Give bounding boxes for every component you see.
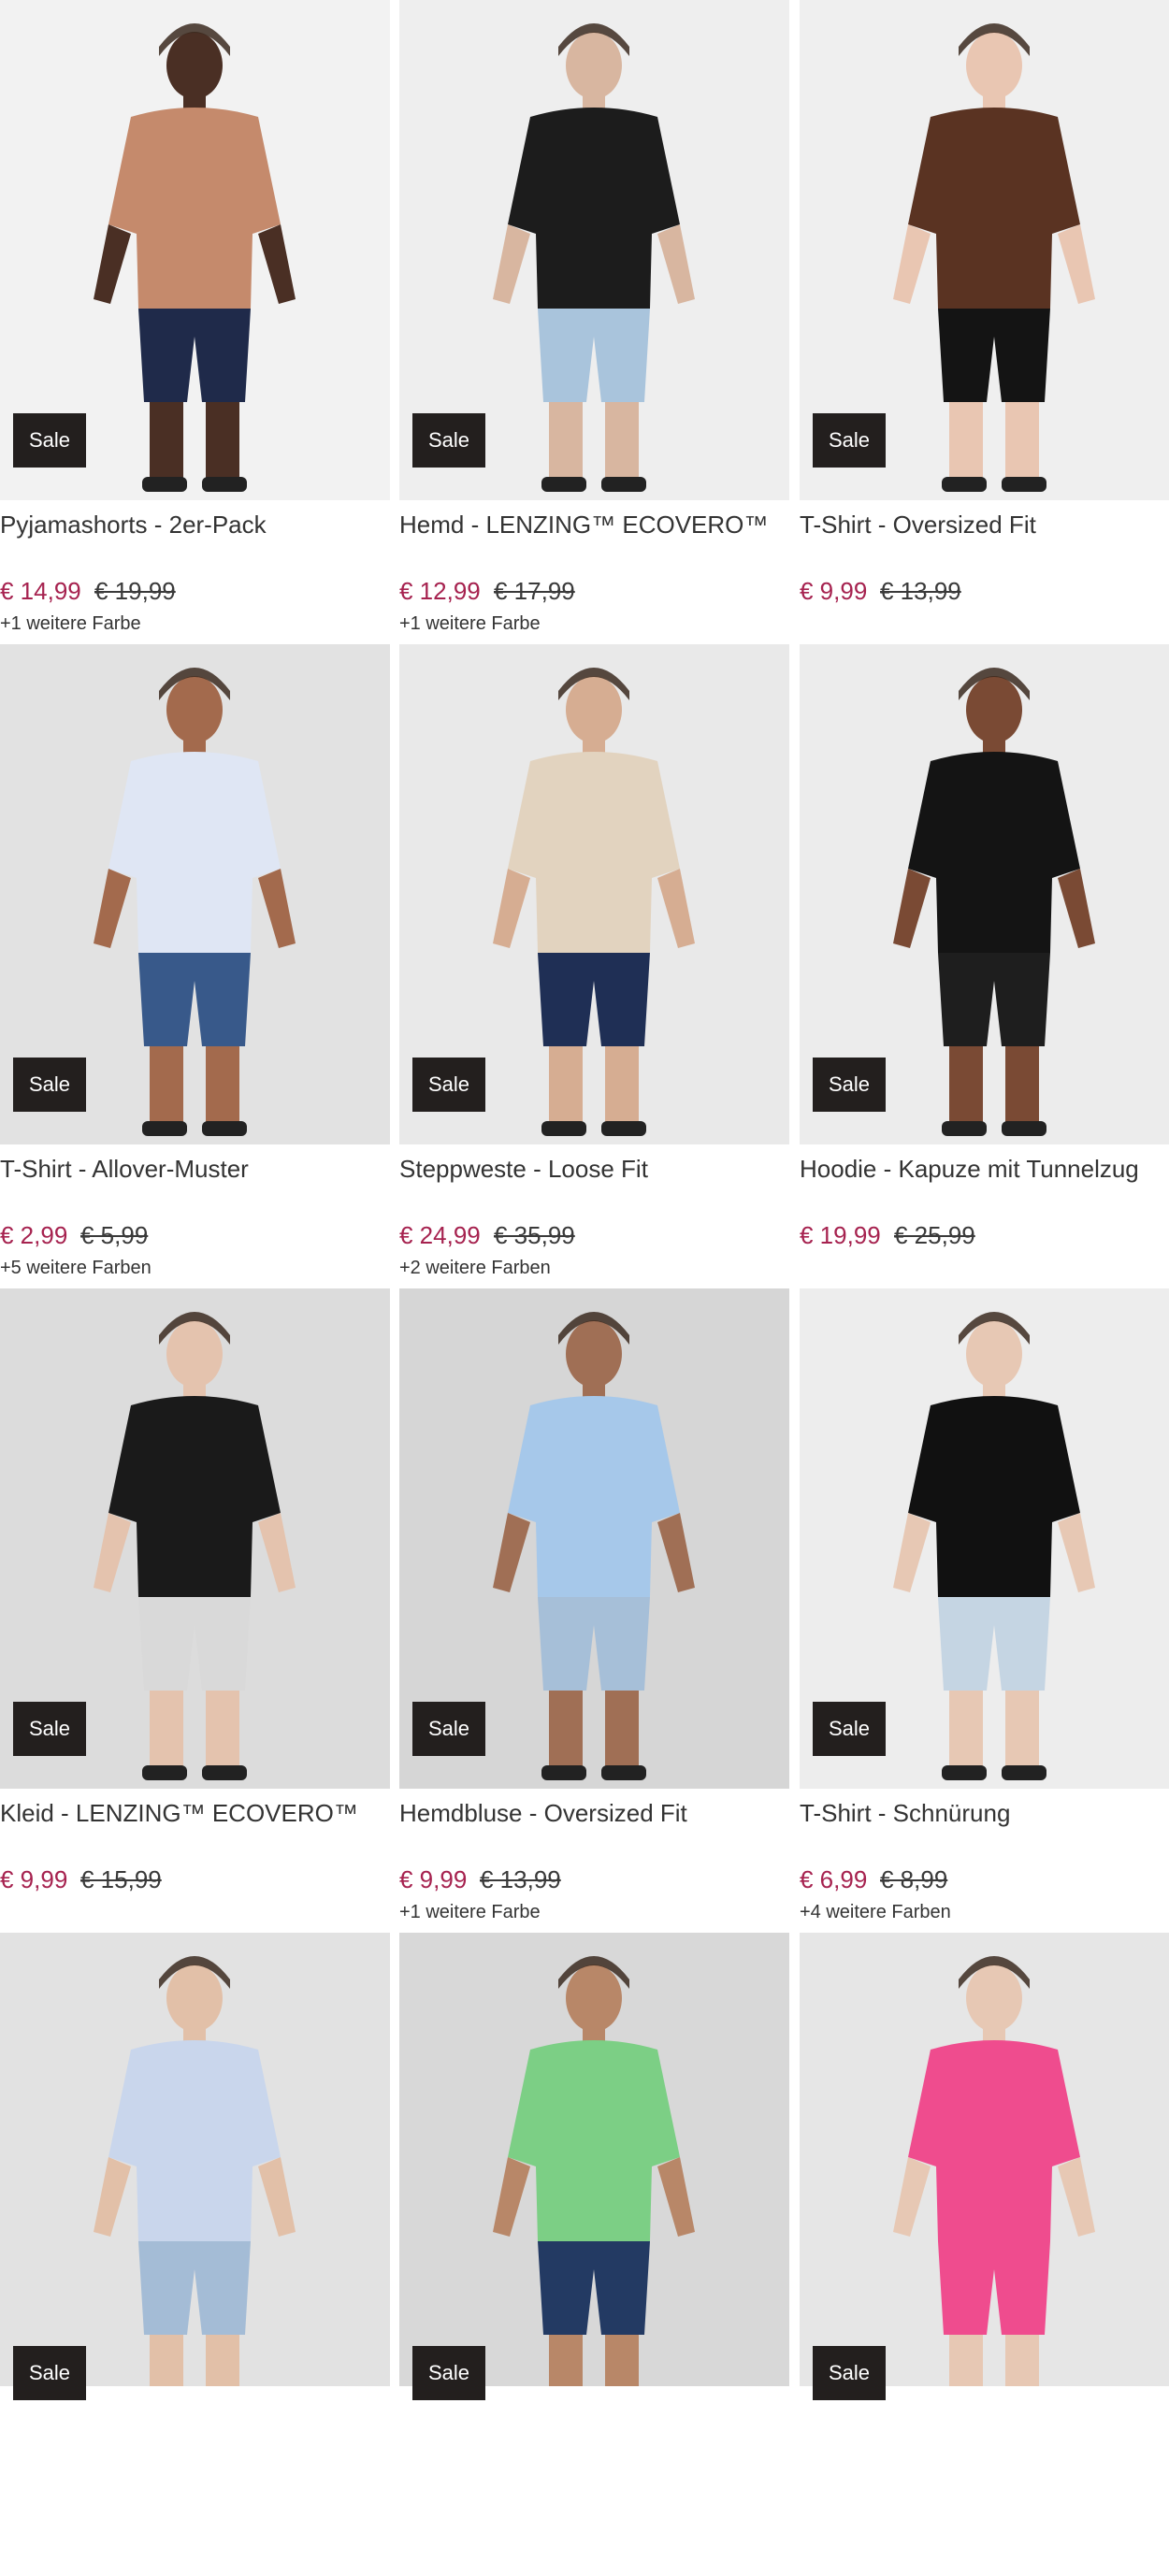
product-card[interactable]: Sale Hemdbluse - Oversized Fit € 9,99 € 13,… bbox=[399, 1288, 789, 1932]
product-title[interactable]: T-Shirt - Oversized Fit bbox=[800, 511, 1036, 540]
sale-badge: Sale bbox=[813, 413, 886, 468]
product-card[interactable]: Sale Kleid - LENZING™ ECOVERO™ € 9,99 € 15,… bbox=[0, 1288, 390, 1932]
original-price: € 17,99 bbox=[494, 577, 575, 605]
sale-badge: Sale bbox=[813, 1058, 886, 1112]
sale-badge: Sale bbox=[13, 1702, 86, 1756]
more-colors-label[interactable]: +1 weitere Farbe bbox=[399, 1902, 541, 1923]
product-card[interactable]: Sale bbox=[399, 1933, 789, 2576]
sale-price: € 12,99 bbox=[399, 577, 481, 605]
original-price: € 25,99 bbox=[894, 1221, 975, 1249]
model-figure bbox=[94, 1956, 296, 2386]
sale-price: € 14,99 bbox=[0, 577, 81, 605]
sale-price: € 24,99 bbox=[399, 1221, 481, 1249]
sale-badge: Sale bbox=[813, 2346, 886, 2400]
product-title[interactable]: Hoodie - Kapuze mit Tunnelzug bbox=[800, 1155, 1139, 1184]
product-image[interactable] bbox=[0, 1933, 390, 2386]
original-price: € 15,99 bbox=[80, 1865, 162, 1893]
sale-badge: Sale bbox=[412, 1702, 485, 1756]
product-title[interactable]: Pyjamashorts - 2er-Pack bbox=[0, 511, 267, 540]
product-card[interactable]: Sale T-Shirt - Schnürung € 6,99 € 8,99 +4 we… bbox=[800, 1288, 1169, 1932]
product-image[interactable] bbox=[800, 1933, 1169, 2386]
product-title[interactable]: Steppweste - Loose Fit bbox=[399, 1155, 648, 1184]
product-card[interactable]: Sale Hemd - LENZING™ ECOVERO™ € 12,99 € 17,… bbox=[399, 0, 789, 643]
product-title[interactable]: Kleid - LENZING™ ECOVERO™ bbox=[0, 1799, 358, 1828]
product-card[interactable]: Sale Hoodie - Kapuze mit Tunnelzug € 19,99… bbox=[800, 644, 1169, 1288]
sale-badge: Sale bbox=[813, 1702, 886, 1756]
sale-badge: Sale bbox=[13, 1058, 86, 1112]
product-title[interactable]: Hemd - LENZING™ ECOVERO™ bbox=[399, 511, 768, 540]
product-card[interactable]: Sale bbox=[800, 1933, 1169, 2576]
sale-price: € 19,99 bbox=[800, 1221, 881, 1249]
product-card[interactable]: Sale T-Shirt - Oversized Fit € 9,99 € 13,99 bbox=[800, 0, 1169, 643]
product-image[interactable] bbox=[399, 1933, 789, 2386]
product-title[interactable]: T-Shirt - Schnürung bbox=[800, 1799, 1010, 1828]
product-title[interactable]: T-Shirt - Allover-Muster bbox=[0, 1155, 249, 1184]
original-price: € 5,99 bbox=[80, 1221, 149, 1249]
sale-price: € 2,99 bbox=[0, 1221, 68, 1249]
product-card[interactable]: Sale Steppweste - Loose Fit € 24,99 € 35,99… bbox=[399, 644, 789, 1288]
product-title[interactable]: Hemdbluse - Oversized Fit bbox=[399, 1799, 687, 1828]
sale-price: € 9,99 bbox=[399, 1865, 468, 1893]
sale-badge: Sale bbox=[412, 2346, 485, 2400]
product-card[interactable]: Sale Pyjamashorts - 2er-Pack € 14,99 € 19,9… bbox=[0, 0, 390, 643]
sale-badge: Sale bbox=[13, 2346, 86, 2400]
original-price: € 35,99 bbox=[494, 1221, 575, 1249]
more-colors-label[interactable]: +2 weitere Farben bbox=[399, 1258, 551, 1279]
model-figure bbox=[493, 1956, 695, 2386]
model-figure bbox=[893, 1956, 1095, 2386]
original-price: € 19,99 bbox=[94, 577, 176, 605]
sale-badge: Sale bbox=[412, 1058, 485, 1112]
more-colors-label[interactable]: +5 weitere Farben bbox=[0, 1258, 152, 1279]
product-card[interactable]: Sale T-Shirt - Allover-Muster € 2,99 € 5,99… bbox=[0, 644, 390, 1288]
more-colors-label[interactable]: +4 weitere Farben bbox=[800, 1902, 951, 1923]
sale-price: € 6,99 bbox=[800, 1865, 868, 1893]
sale-badge: Sale bbox=[412, 413, 485, 468]
product-card[interactable]: Sale bbox=[0, 1933, 390, 2576]
sale-badge: Sale bbox=[13, 413, 86, 468]
original-price: € 13,99 bbox=[880, 577, 961, 605]
original-price: € 13,99 bbox=[480, 1865, 561, 1893]
original-price: € 8,99 bbox=[880, 1865, 948, 1893]
more-colors-label[interactable]: +1 weitere Farbe bbox=[0, 613, 141, 635]
sale-price: € 9,99 bbox=[0, 1865, 68, 1893]
sale-price: € 9,99 bbox=[800, 577, 868, 605]
more-colors-label[interactable]: +1 weitere Farbe bbox=[399, 613, 541, 635]
